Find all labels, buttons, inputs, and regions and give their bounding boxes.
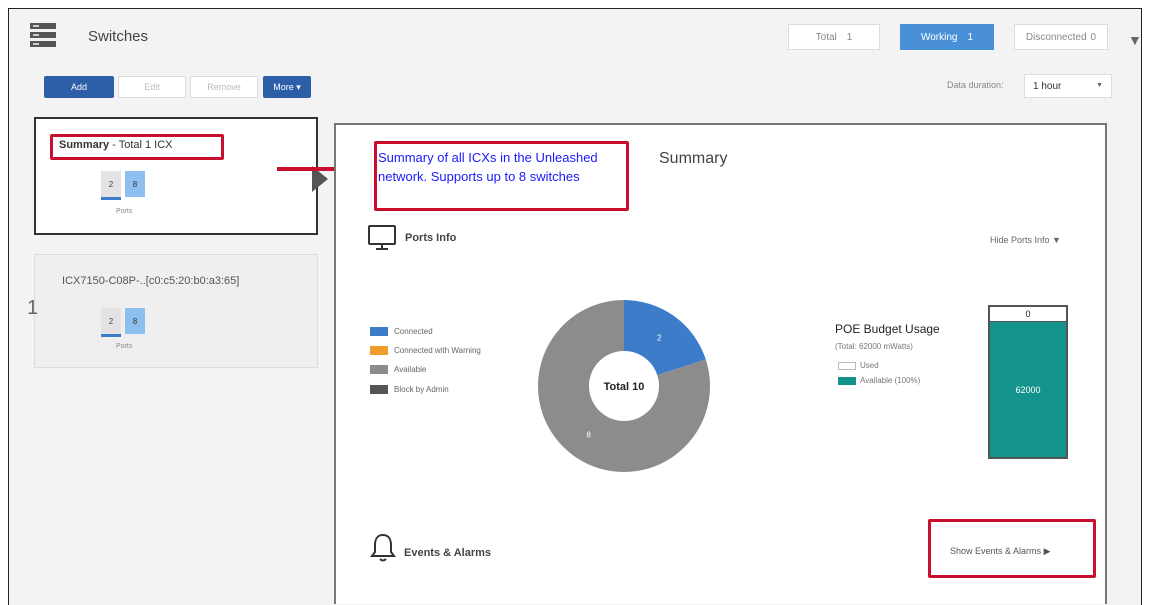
monitor-icon <box>368 225 396 250</box>
legend-item: Connected with Warning <box>370 346 481 355</box>
poe-available-value: 62000 <box>1015 385 1041 395</box>
ports-mini-label: Ports <box>116 208 133 215</box>
ports-used-mini: 2 <box>101 308 121 337</box>
summary-card-title: Summary - Total 1 ICX <box>59 139 173 151</box>
icx-ports-mini: 2 8 <box>101 308 145 337</box>
poe-legend-used: Used <box>838 361 879 370</box>
show-events-label: Show Events & Alarms <box>950 546 1042 556</box>
ports-info-heading: Ports Info <box>405 232 457 244</box>
legend-swatch <box>370 346 388 355</box>
ports-used-mini: 2 <box>101 171 121 200</box>
events-alarms-heading: Events & Alarms <box>404 547 492 559</box>
page-title: Switches <box>88 28 149 45</box>
donut-slice-value-label: 8 <box>587 431 592 440</box>
legend-swatch <box>838 361 856 370</box>
summary-ports-mini: 2 8 <box>101 171 145 200</box>
ports-available-mini: 8 <box>125 308 145 334</box>
donut-slice-value-label: 2 <box>657 333 662 342</box>
callout-text: Summary of all ICXs in the Unleashed net… <box>378 150 598 184</box>
working-filter-button[interactable]: Working 1 <box>900 24 994 50</box>
total-label: Total <box>815 31 837 43</box>
more-button[interactable]: More ▾ <box>263 76 311 98</box>
data-duration-select[interactable]: 1 hour ▼ <box>1024 74 1112 98</box>
legend-swatch <box>370 385 388 394</box>
disconnected-label: Disconnected <box>1025 31 1087 43</box>
disconnected-count: 0 <box>1090 31 1097 43</box>
legend-swatch <box>370 327 388 336</box>
poe-used-label: Used <box>860 361 879 370</box>
legend-item: Available <box>370 365 426 374</box>
poe-used-value: 0 <box>990 307 1066 322</box>
legend-label: Block by Admin <box>394 385 449 394</box>
data-duration-label: Data duration: <box>947 80 1004 90</box>
legend-item: Block by Admin <box>370 385 449 394</box>
ports-donut-chart: 2 8 Total 10 <box>538 300 710 472</box>
legend-label: Connected with Warning <box>394 346 481 355</box>
caret-down-icon: ▼ <box>1052 235 1061 245</box>
poe-available-label: Available (100%) <box>860 376 921 385</box>
remove-button[interactable]: Remove <box>190 76 258 98</box>
switch-stack-icon <box>30 23 56 47</box>
poe-legend-available: Available (100%) <box>838 376 920 385</box>
legend-swatch <box>370 365 388 374</box>
caret-right-icon: ▶ <box>1043 546 1051 556</box>
bell-icon <box>370 533 396 562</box>
summary-title: Summary <box>659 150 728 167</box>
hide-ports-info-link[interactable]: Hide Ports Info ▼ <box>990 235 1061 245</box>
chevron-down-icon: ▼ <box>1096 82 1103 89</box>
total-filter-button[interactable]: Total 1 <box>788 24 880 50</box>
donut-center-label: Total 10 <box>604 381 645 393</box>
disconnected-filter-button[interactable]: Disconnected 0 <box>1014 24 1108 50</box>
legend-label: Available <box>394 365 427 374</box>
summary-card-title-bold: Summary <box>59 139 110 151</box>
icx-switch-card[interactable] <box>34 254 318 368</box>
switch-row-number: 1 <box>27 297 39 319</box>
icx-switch-name: ICX7150-C08P-..[c0:c5:20:b0:a3:65] <box>62 275 240 287</box>
working-count: 1 <box>967 31 974 43</box>
show-events-alarms-link[interactable]: Show Events & Alarms ▶ <box>950 546 1050 557</box>
poe-budget-bar: 0 62000 <box>988 305 1068 459</box>
edit-button[interactable]: Edit <box>118 76 186 98</box>
legend-swatch <box>838 376 856 385</box>
ports-available-mini: 8 <box>125 171 145 197</box>
legend-label: Connected <box>394 327 433 336</box>
ports-mini-label: Ports <box>116 343 133 350</box>
poe-total: (Total: 62000 mWatts) <box>835 342 913 351</box>
total-count: 1 <box>846 31 853 43</box>
collapse-arrow-icon[interactable]: ▼ <box>1128 32 1142 48</box>
data-duration-value: 1 hour <box>1033 80 1062 92</box>
legend-item: Connected <box>370 327 433 336</box>
summary-card-title-rest: - Total 1 ICX <box>109 139 173 151</box>
working-label: Working <box>920 31 958 43</box>
add-button[interactable]: Add <box>44 76 114 98</box>
hide-ports-info-label: Hide Ports Info <box>990 235 1050 245</box>
poe-title: POE Budget Usage <box>835 322 940 336</box>
